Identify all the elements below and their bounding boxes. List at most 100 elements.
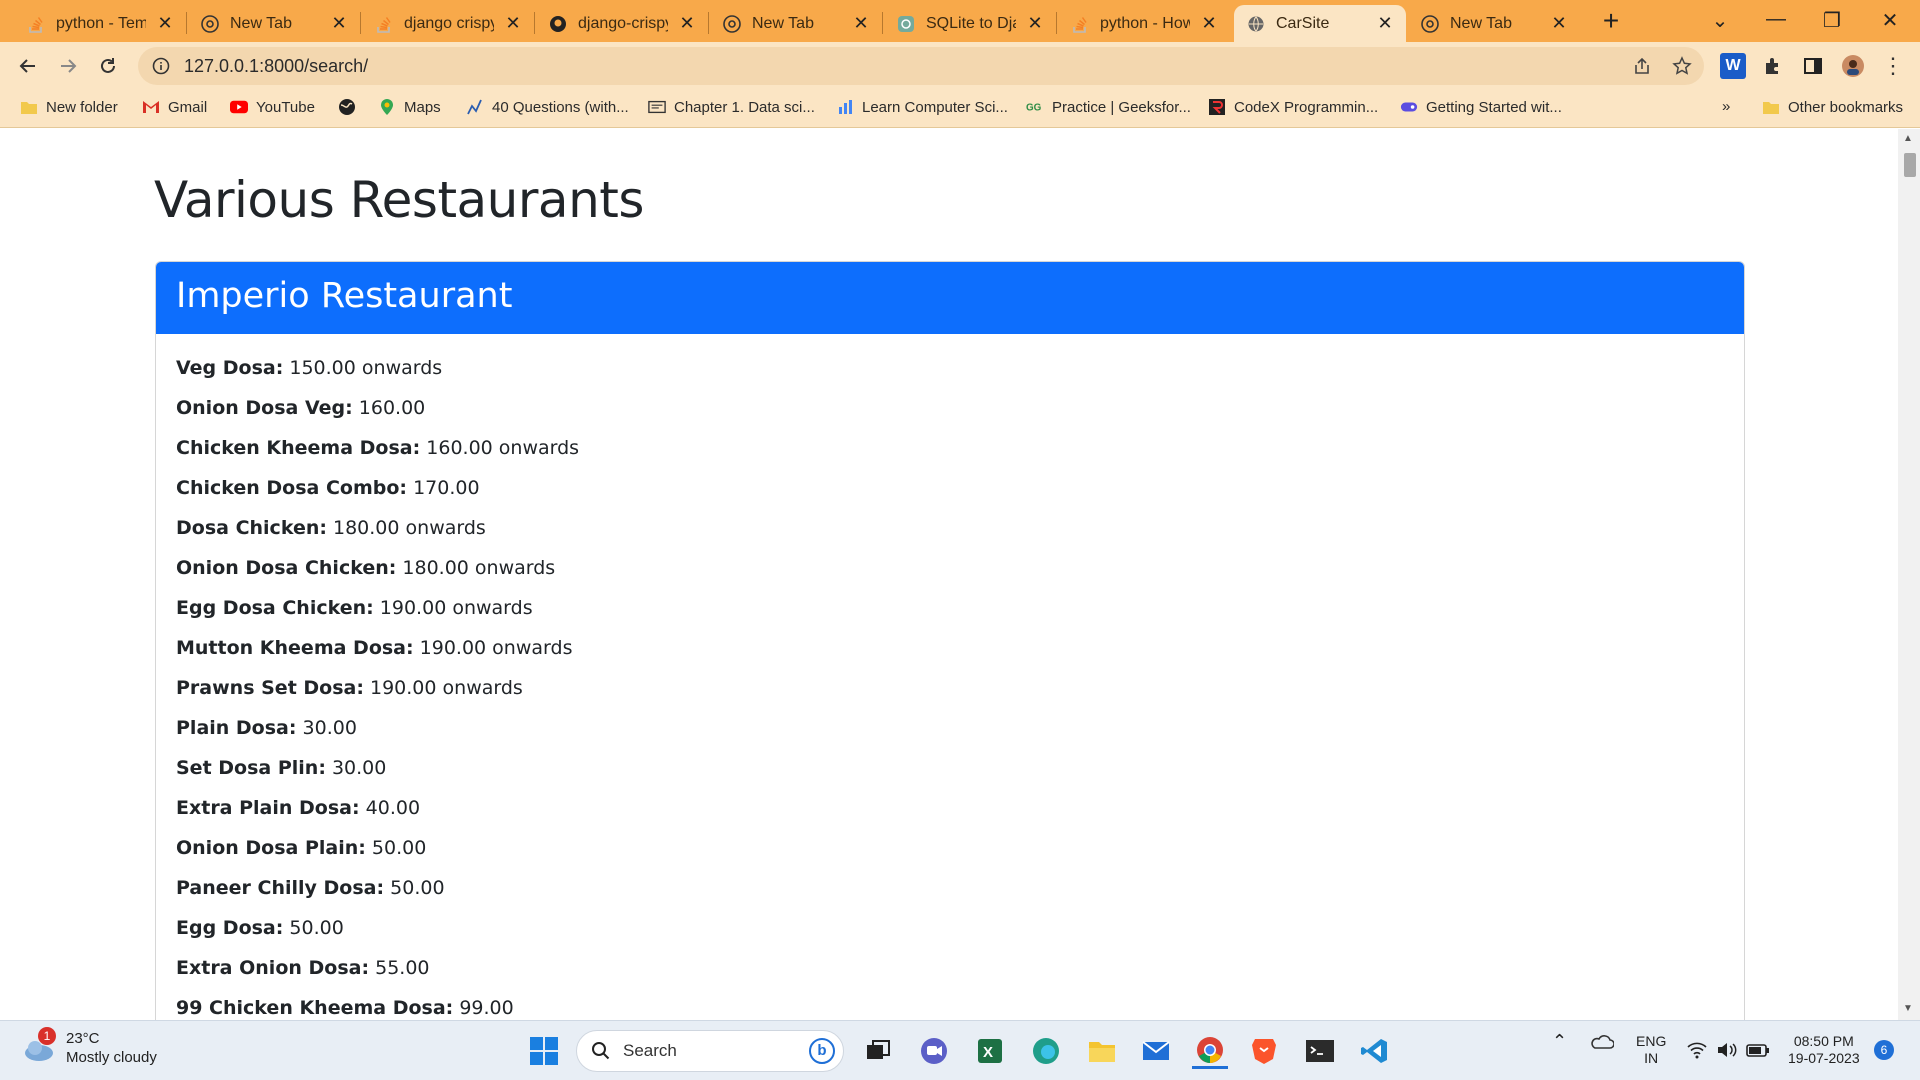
bookmark-star-icon[interactable] [1668,52,1696,80]
menu-kebab-icon[interactable]: ⋮ [1880,53,1906,79]
url-text[interactable]: 127.0.0.1:8000/search/ [184,56,368,77]
bookmark-item[interactable]: 40 Questions (with... [466,98,629,116]
taskbar-search-box[interactable]: Search b [576,1030,844,1072]
close-tab-icon[interactable]: ✕ [156,13,174,34]
scroll-down-arrow-icon[interactable]: ▼ [1903,1003,1913,1014]
onedrive-icon[interactable] [1590,1033,1615,1055]
volume-icon[interactable] [1716,1041,1738,1063]
tab-title: django-crispy- [578,14,668,32]
browser-tab[interactable]: New Tab ✕ [1408,5,1580,42]
word-extension-icon[interactable]: W [1720,53,1746,79]
page-scrollbar[interactable]: ▲ ▼ [1898,129,1920,1020]
menu-item-price: 170.00 [413,477,480,499]
profile-avatar[interactable] [1840,53,1866,79]
close-tab-icon[interactable]: ✕ [1026,13,1044,34]
close-tab-icon[interactable]: ✕ [1200,13,1218,34]
tab-search-icon[interactable]: ⌄ [1700,8,1740,33]
bookmark-label: Practice | Geeksfor... [1052,98,1191,116]
bookmark-label: Gmail [168,98,208,116]
wifi-icon[interactable] [1686,1041,1708,1063]
browser-tab[interactable]: python - Temp ✕ [14,5,186,42]
vscode-icon[interactable] [1356,1033,1392,1069]
menu-item-price: 190.00 onwards [370,677,523,699]
bing-icon[interactable]: b [809,1038,835,1064]
bookmark-item[interactable]: YouTube [230,98,315,116]
mail-icon[interactable] [1138,1033,1174,1069]
scroll-up-arrow-icon[interactable]: ▲ [1903,133,1913,144]
chart-icon [466,98,484,116]
notification-count-badge[interactable]: 6 [1874,1040,1894,1060]
menu-item-price: 160.00 onwards [426,437,580,459]
reload-icon [101,58,115,73]
weather-widget[interactable]: 1 23°C Mostly cloudy [22,1027,157,1067]
excel-icon[interactable]: X [972,1033,1008,1069]
tray-overflow-icon[interactable]: ⌃ [1552,1032,1567,1050]
close-tab-icon[interactable]: ✕ [678,13,696,34]
bookmark-item[interactable]: Chapter 1. Data sci... [648,98,815,116]
back-button[interactable] [14,52,42,80]
other-bookmarks-folder[interactable]: Other bookmarks [1762,98,1903,116]
forward-arrow-icon [61,59,77,73]
bookmark-item[interactable]: Getting Started wit... [1400,98,1562,116]
task-view-icon[interactable] [860,1033,896,1069]
windows-start-icon[interactable] [526,1033,562,1069]
close-window-button[interactable]: ✕ [1870,8,1910,33]
brave-icon[interactable] [1246,1033,1282,1069]
bookmark-overflow-button[interactable]: » [1722,98,1730,115]
close-tab-icon[interactable]: ✕ [852,13,870,34]
weather-temp: 23°C [66,1030,100,1047]
bookmark-item[interactable]: Learn Computer Sci... [836,98,1008,116]
globe-icon [1246,14,1266,34]
bookmark-item[interactable]: New folder [20,98,118,116]
battery-icon[interactable] [1746,1041,1770,1063]
new-tab-button[interactable]: + [1596,7,1626,35]
bookmark-item[interactable]: CodeX Programmin... [1208,98,1378,116]
file-explorer-icon[interactable] [1084,1033,1120,1069]
browser-tab[interactable]: New Tab ✕ [188,5,360,42]
restore-button[interactable]: ❐ [1812,8,1852,33]
browser-tab[interactable]: django crispy ✕ [362,5,534,42]
windows-taskbar: 1 23°C Mostly cloudy Search b X ⌃ ENG IN… [0,1020,1920,1080]
chrome-taskbar-icon[interactable] [1192,1033,1228,1069]
browser-tab[interactable]: django-crispy- ✕ [536,5,708,42]
extensions-puzzle-icon[interactable] [1760,53,1786,79]
close-tab-icon[interactable]: ✕ [504,13,522,34]
openai-icon [896,14,916,34]
info-icon[interactable] [152,57,170,75]
browser-tab[interactable]: CarSite ✕ [1234,5,1406,42]
close-tab-icon[interactable]: ✕ [1376,13,1394,34]
scrollbar-thumb[interactable] [1904,153,1916,177]
menu-item: Dosa Chicken: 180.00 onwards [176,516,1724,556]
edge-icon[interactable] [1028,1033,1064,1069]
tab-title: django crispy [404,14,494,32]
bookmark-item[interactable]: Gmail [142,98,207,116]
forward-button[interactable] [54,52,82,80]
browser-tab[interactable]: New Tab ✕ [710,5,882,42]
menu-item-name: Onion Dosa Chicken: [176,557,397,579]
language-indicator[interactable]: ENG IN [1636,1033,1666,1067]
reload-button[interactable] [94,52,122,80]
menu-item: Onion Dosa Chicken: 180.00 onwards [176,556,1724,596]
browser-tab[interactable]: SQLite to Djar ✕ [884,5,1056,42]
tab-separator [534,12,535,34]
share-icon[interactable] [1628,52,1656,80]
side-panel-icon[interactable] [1800,53,1826,79]
menu-item-name: Egg Dosa: [176,917,284,939]
menu-item-name: Veg Dosa: [176,357,284,379]
terminal-icon[interactable] [1302,1033,1338,1069]
menu-item-name: Set Dosa Plin: [176,757,326,779]
address-bar[interactable]: 127.0.0.1:8000/search/ [138,47,1704,85]
close-tab-icon[interactable]: ✕ [330,13,348,34]
maps-icon [378,98,396,116]
clock[interactable]: 08:50 PM 19-07-2023 [1788,1033,1860,1067]
close-tab-icon[interactable]: ✕ [1550,13,1568,34]
taskbar-search-label: Search [623,1041,677,1060]
minimize-button[interactable]: — [1756,8,1796,31]
github-icon [548,14,568,34]
bookmark-item[interactable] [338,98,356,116]
bookmark-item[interactable]: GG Practice | Geeksfor... [1026,98,1191,116]
globe-icon [338,98,356,116]
teams-chat-icon[interactable] [916,1033,952,1069]
bookmark-item[interactable]: Maps [378,98,441,116]
browser-tab[interactable]: python - How ✕ [1058,5,1230,42]
